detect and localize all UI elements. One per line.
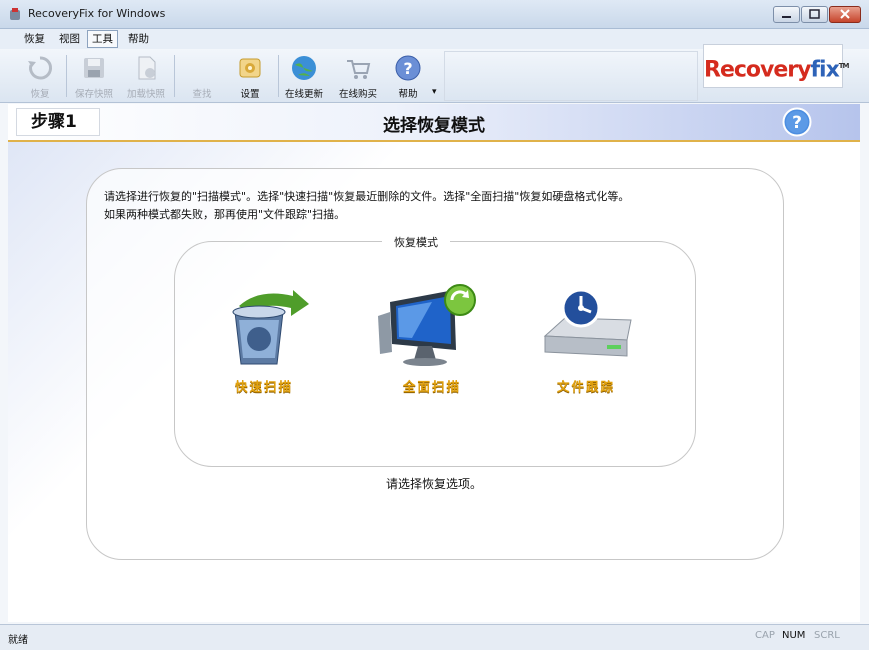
toolbar-separator [278, 55, 279, 97]
quick-scan-label: 快速扫描 [234, 379, 293, 394]
online-buy-icon [347, 60, 371, 79]
toolbar-recover-button[interactable]: 恢复 [18, 51, 62, 100]
toolbar-online-update-button[interactable]: 在线更新 [282, 51, 326, 100]
toolbar-online-update-label: 在线更新 [284, 89, 323, 100]
find-icon [187, 53, 217, 83]
app-icon [10, 8, 20, 20]
recover-icon [28, 56, 52, 80]
toolbar-separator [174, 55, 175, 97]
toolbar-load-snapshot-button[interactable]: 加载快照 [124, 51, 168, 100]
logo-text-main: Recovery [704, 57, 811, 83]
drive-trace-icon [543, 288, 632, 357]
full-scan-label: 全面扫描 [402, 379, 461, 394]
maximize-icon [809, 9, 820, 19]
svg-text:?: ? [792, 113, 802, 133]
close-button[interactable] [829, 6, 861, 23]
minimize-button[interactable] [773, 6, 800, 23]
load-snapshot-icon [138, 56, 156, 80]
online-update-icon [292, 56, 316, 80]
settings-icon [239, 58, 261, 78]
toolbar-save-snapshot-button[interactable]: 保存快照 [72, 51, 116, 100]
quick-scan-option[interactable]: 快速扫描 [204, 282, 324, 395]
toolbar-help-button[interactable]: ? 帮助 [386, 51, 430, 100]
toolbar-find-button[interactable]: 查找 [180, 51, 224, 100]
toolbar-help-label: 帮助 [398, 89, 418, 100]
toolbar-load-snapshot-label: 加载快照 [126, 89, 165, 100]
close-icon [840, 9, 850, 19]
toolbar-recover-label: 恢复 [30, 89, 50, 100]
recoveryfix-logo: RecoveryfixTM [703, 44, 850, 88]
file-trace-option[interactable]: 文件跟踪 [526, 282, 646, 395]
status-text: 就绪 [8, 635, 28, 646]
caps-lock-indicator: CAP [755, 630, 775, 641]
maximize-button[interactable] [801, 6, 828, 23]
menu-view[interactable]: 视图 [55, 31, 84, 47]
toolbar-find-label: 查找 [192, 89, 212, 100]
help-icon[interactable]: ? [782, 107, 812, 137]
selection-prompt: 请选择恢复选项。 [385, 477, 482, 491]
status-bar: 就绪 CAP NUM SCRL [0, 624, 869, 650]
title-bar: RecoveryFix for Windows [0, 0, 869, 29]
toolbar-online-buy-button[interactable]: 在线购买 [336, 51, 380, 100]
step-label: 步骤1 [16, 108, 100, 136]
logo-text-accent: fix [810, 57, 839, 83]
recovery-mode-group-title: 恢复模式 [382, 234, 450, 250]
toolbar-settings-button[interactable]: 设置 [228, 51, 272, 100]
toolbar-online-buy-label: 在线购买 [338, 89, 377, 100]
description-line-2: 如果两种模式都失败，那再使用"文件跟踪"扫描。 [104, 208, 346, 221]
main-content: 请选择进行恢复的"扫描模式"。选择"快速扫描"恢复最近删除的文件。选择"全面扫描… [8, 142, 860, 622]
window-title: RecoveryFix for Windows [28, 7, 166, 20]
toolbar-empty-panel [444, 51, 698, 101]
full-scan-option[interactable]: 全面扫描 [372, 282, 492, 395]
description-line-1: 请选择进行恢复的"扫描模式"。选择"快速扫描"恢复最近删除的文件。选择"全面扫描… [104, 190, 630, 203]
menu-help[interactable]: 帮助 [124, 31, 153, 47]
scroll-lock-indicator: SCRL [814, 630, 840, 641]
recycle-bin-icon [232, 290, 309, 365]
menu-recover[interactable]: 恢复 [20, 31, 49, 47]
file-trace-label: 文件跟踪 [556, 379, 615, 394]
svg-text:?: ? [403, 59, 412, 78]
num-lock-indicator: NUM [782, 630, 806, 641]
help-icon: ? [395, 55, 421, 81]
toolbar-save-snapshot-label: 保存快照 [74, 89, 113, 100]
toolbar-settings-label: 设置 [240, 89, 260, 100]
computer-refresh-icon [378, 284, 476, 366]
save-snapshot-icon [84, 58, 104, 78]
step-header: 选择恢复模式 步骤1 ? [8, 104, 860, 142]
toolbar-overflow-arrow-icon[interactable]: ▾ [432, 87, 437, 97]
toolbar-separator [66, 55, 67, 97]
menu-tools[interactable]: 工具 [87, 30, 118, 48]
step-title: 选择恢复模式 [383, 116, 485, 136]
minimize-icon [782, 16, 791, 18]
logo-tm: TM [838, 62, 850, 70]
